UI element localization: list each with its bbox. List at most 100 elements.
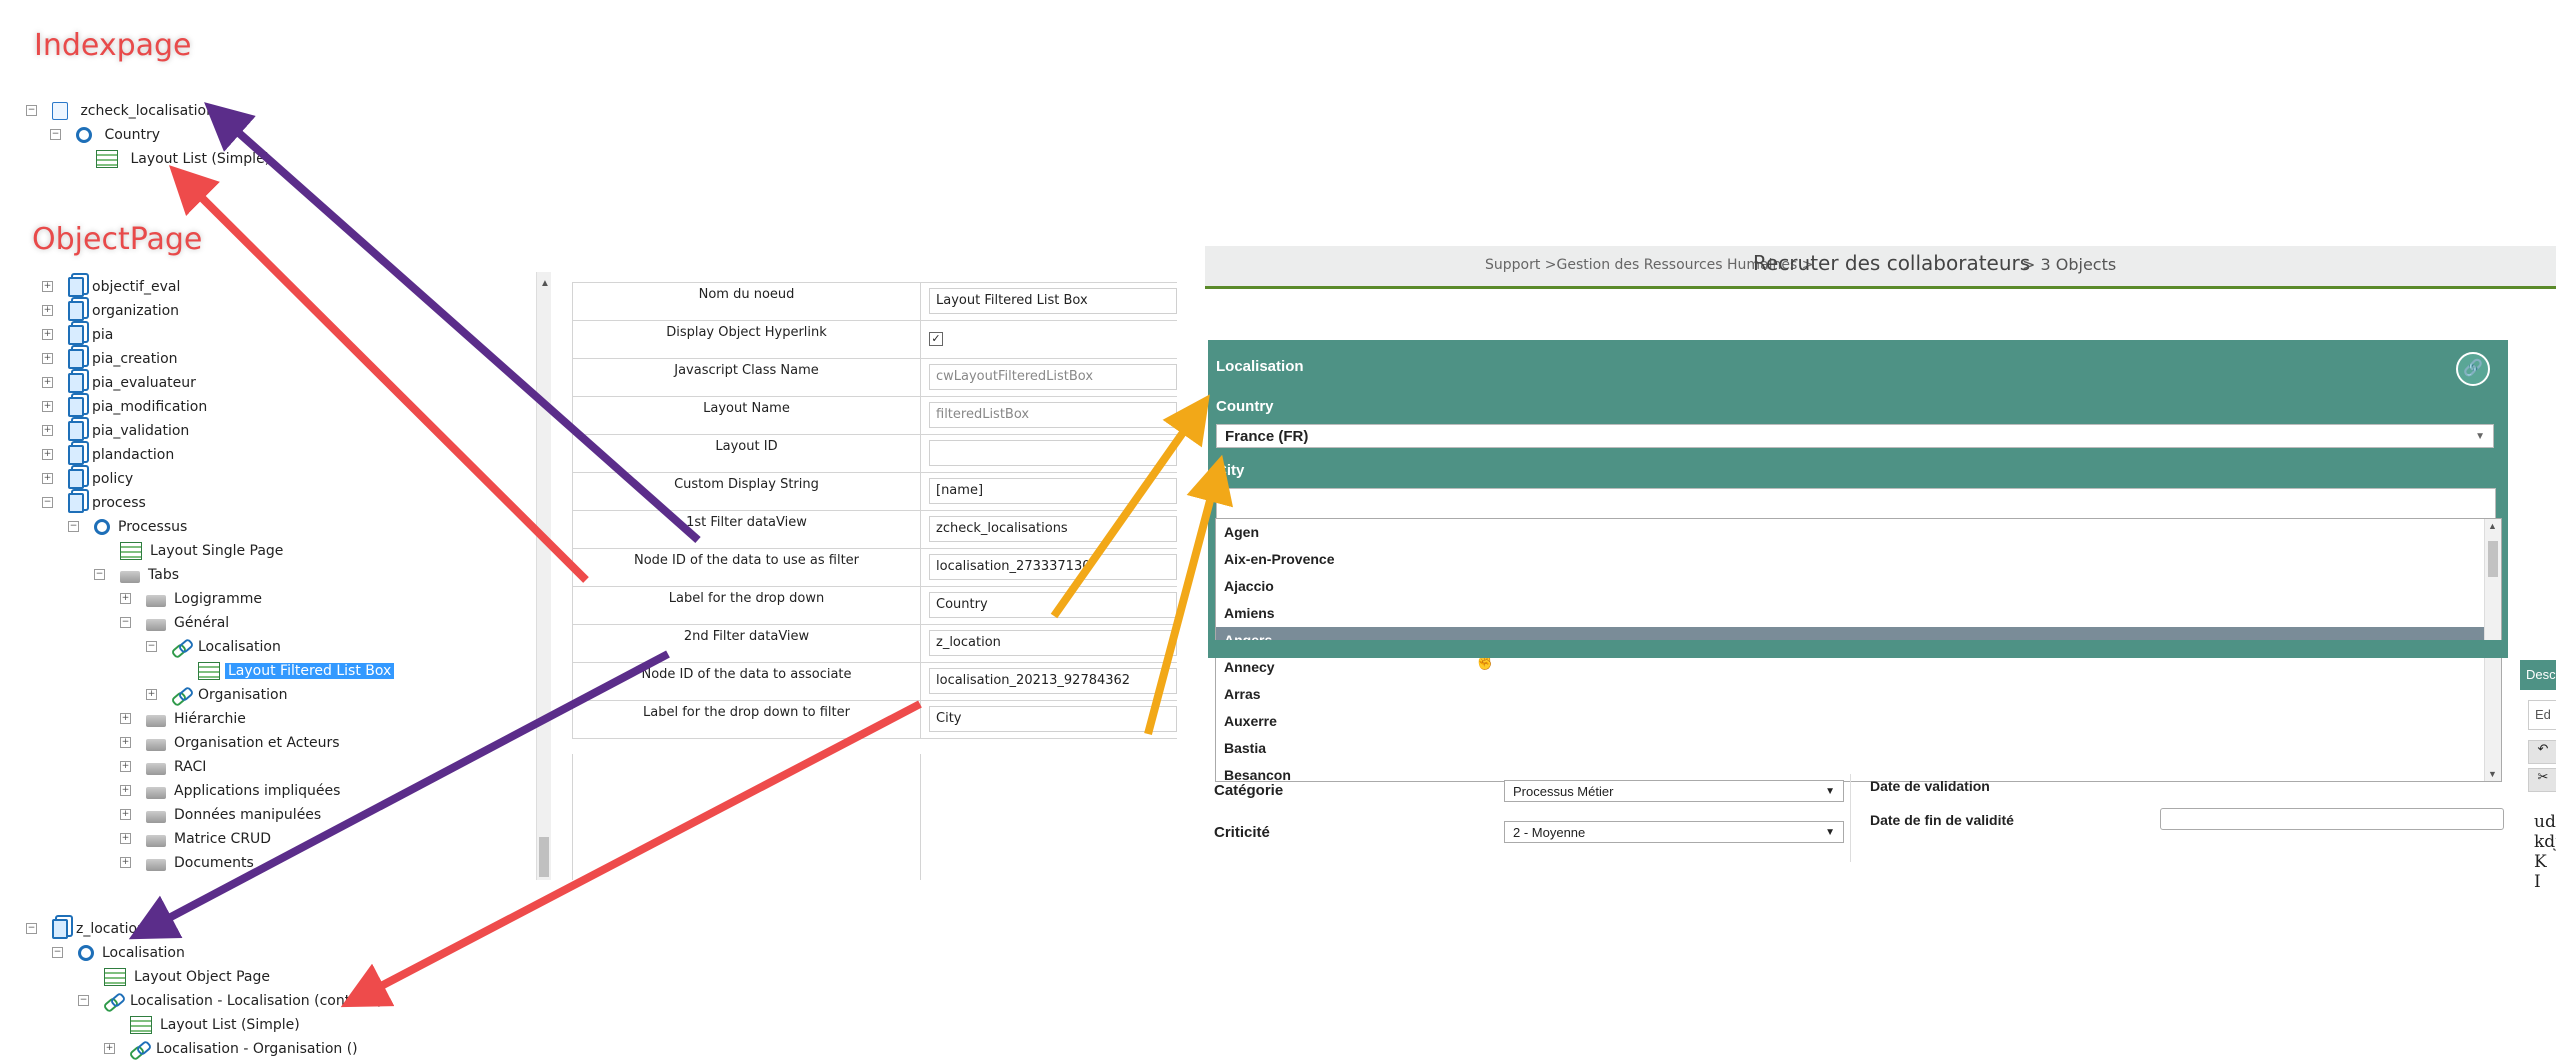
tree-node[interactable]: − Tabs [94, 564, 182, 586]
tree-node[interactable]: + Localisation - Organisation () [104, 1038, 361, 1060]
expand-icon[interactable]: + [42, 401, 53, 412]
scroll-thumb[interactable] [2488, 541, 2498, 577]
expand-icon[interactable]: + [120, 713, 131, 724]
expand-icon[interactable]: + [42, 449, 53, 460]
cut-icon[interactable]: ✂ [2528, 768, 2556, 792]
arrow-filter-node [168, 165, 589, 583]
tree-node[interactable]: Layout Object Page [104, 966, 273, 988]
city-option[interactable]: Arras [1216, 681, 2501, 708]
tree-node[interactable]: + objectif_eval [42, 276, 183, 298]
country-select[interactable]: France (FR) ▼ [1216, 424, 2494, 448]
collapse-icon[interactable]: − [52, 947, 63, 958]
expand-icon[interactable]: + [104, 1043, 115, 1054]
collapse-icon[interactable]: − [120, 617, 131, 628]
property-value-input[interactable]: Country [929, 592, 1177, 618]
collapse-icon[interactable]: − [42, 497, 53, 508]
categorie-select[interactable]: Processus Métier ▼ [1504, 780, 1844, 802]
display-hyperlink-checkbox[interactable]: ✓ [929, 332, 943, 346]
expand-icon[interactable]: + [120, 809, 131, 820]
city-option[interactable]: Ajaccio [1216, 573, 2501, 600]
tree-node[interactable]: + policy [42, 468, 136, 490]
city-option[interactable]: Auxerre [1216, 708, 2501, 735]
collapse-icon[interactable]: − [78, 995, 89, 1006]
tree-node[interactable]: − process [42, 492, 149, 514]
tree-node[interactable]: + pia_validation [42, 420, 192, 442]
tree-node[interactable]: + Organisation [146, 684, 290, 706]
tree-node-country[interactable]: − Country [50, 124, 163, 146]
link-icon[interactable]: 🔗 [2456, 352, 2490, 386]
collapse-icon[interactable]: − [94, 569, 105, 580]
date-fin-input[interactable] [2160, 808, 2504, 830]
tree-node[interactable]: + pia_creation [42, 348, 181, 370]
property-value-input[interactable]: localisation_273337130 [929, 554, 1177, 580]
tree-node-layout-list[interactable]: Layout List (Simple) [96, 148, 273, 170]
tree-node[interactable]: + pia_modification [42, 396, 210, 418]
property-value-input[interactable]: Layout Filtered List Box [929, 288, 1177, 314]
expand-icon[interactable]: + [146, 689, 157, 700]
collapse-icon[interactable]: − [146, 641, 157, 652]
expand-icon[interactable]: + [120, 785, 131, 796]
tree-node[interactable]: + pia_evaluateur [42, 372, 199, 394]
collapse-icon[interactable]: − [68, 521, 79, 532]
tree-node[interactable]: + Données manipulées [120, 804, 324, 826]
scroll-up-icon[interactable]: ▲ [2488, 521, 2497, 531]
tree-node[interactable]: Layout Single Page [120, 540, 286, 562]
tree-node[interactable]: + RACI [120, 756, 209, 778]
tree-node[interactable]: + organization [42, 300, 182, 322]
property-value-input[interactable]: zcheck_localisations [929, 516, 1177, 542]
property-value-input[interactable]: z_location [929, 630, 1177, 656]
property-value-input[interactable]: [name] [929, 478, 1177, 504]
undo-icon[interactable]: ↶ [2528, 740, 2556, 764]
tree-node[interactable]: − Localisation [52, 942, 188, 964]
property-value-input[interactable] [929, 440, 1177, 466]
tree-node[interactable]: − Localisation - Localisation (contient) [78, 990, 386, 1012]
tree-node[interactable]: + Logigramme [120, 588, 265, 610]
city-search-input[interactable] [1216, 488, 2496, 520]
tree-node[interactable]: + Matrice CRUD [120, 828, 274, 850]
tree-node[interactable]: + Documents [120, 852, 257, 874]
tree-node[interactable]: − z_location [26, 918, 149, 940]
city-option[interactable]: Annecy [1216, 654, 2501, 681]
property-value-input[interactable]: City [929, 706, 1177, 732]
tree-node[interactable]: Layout Filtered List Box [198, 660, 395, 682]
tree-node[interactable]: + Organisation et Acteurs [120, 732, 343, 754]
expand-icon[interactable]: + [42, 281, 53, 292]
tree-node[interactable]: − Localisation [146, 636, 284, 658]
expand-icon[interactable]: + [42, 425, 53, 436]
expand-icon[interactable]: + [120, 737, 131, 748]
expand-icon[interactable]: + [42, 377, 53, 388]
tree-node[interactable]: + Hiérarchie [120, 708, 249, 730]
collapse-icon[interactable]: − [26, 105, 37, 116]
tree-node[interactable]: Layout List (Simple) [130, 1014, 303, 1036]
expand-icon[interactable]: + [42, 329, 53, 340]
expand-icon[interactable]: + [120, 857, 131, 868]
scroll-thumb[interactable] [539, 837, 549, 877]
expand-icon[interactable]: + [42, 353, 53, 364]
expand-icon[interactable]: + [120, 593, 131, 604]
expand-icon[interactable]: + [42, 473, 53, 484]
city-option[interactable]: Bastia [1216, 735, 2501, 762]
edit-button[interactable]: Ed [2528, 700, 2556, 730]
tree-node[interactable]: − Processus [68, 516, 190, 538]
object-tree-scrollbar[interactable]: ▲ [536, 272, 551, 880]
scroll-up-icon[interactable]: ▲ [540, 278, 550, 289]
city-option[interactable]: Besancon [1216, 762, 2501, 781]
collapse-icon[interactable]: − [26, 923, 37, 934]
tree-node-label: Layout Single Page [150, 543, 284, 559]
property-value-input[interactable]: localisation_20213_92784362 [929, 668, 1177, 694]
tree-node[interactable]: + pia [42, 324, 116, 346]
city-option[interactable]: Aix-en-Provence [1216, 546, 2501, 573]
tree-node[interactable]: + Applications impliquées [120, 780, 343, 802]
expand-icon[interactable]: + [120, 761, 131, 772]
tree-node-label: Layout Filtered List Box [225, 663, 395, 679]
tree-node[interactable]: + plandaction [42, 444, 177, 466]
scroll-down-icon[interactable]: ▼ [2488, 769, 2497, 779]
expand-icon[interactable]: + [42, 305, 53, 316]
expand-icon[interactable]: + [120, 833, 131, 844]
city-option[interactable]: Agen [1216, 519, 2501, 546]
tree-node[interactable]: − Général [120, 612, 232, 634]
city-option[interactable]: Amiens [1216, 600, 2501, 627]
criticite-select[interactable]: 2 - Moyenne ▼ [1504, 821, 1844, 843]
collapse-icon[interactable]: − [50, 129, 61, 140]
tree-node-zcheck-localisations[interactable]: − zcheck_localisations [26, 100, 225, 122]
